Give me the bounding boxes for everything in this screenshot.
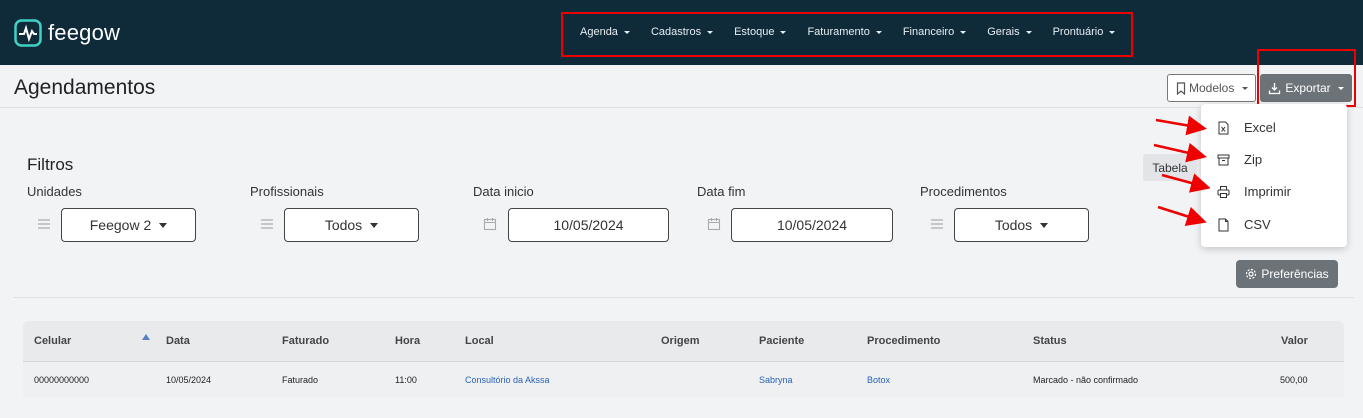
data-fim-input[interactable]: 10/05/2024 [731, 208, 893, 242]
column-header-hora[interactable]: Hora [395, 335, 420, 347]
modelos-label: Modelos [1189, 81, 1235, 95]
sort-ascending-icon[interactable] [142, 334, 150, 340]
table-header: Celular Data Faturado Hora Local Origem … [23, 321, 1344, 361]
cell-valor: 500,00 [1280, 375, 1308, 385]
filter-label: Data inicio [473, 184, 534, 199]
title-divider [0, 107, 1363, 108]
export-dropdown-menu: Excel Zip Imprimir CSV [1201, 104, 1347, 247]
column-header-status[interactable]: Status [1033, 335, 1067, 347]
unidades-select[interactable]: Feegow 2 [61, 208, 196, 242]
printer-icon [1217, 185, 1230, 198]
cell-data: 10/05/2024 [166, 375, 212, 385]
filter-data-inicio: Data inicio 10/05/2024 [473, 184, 669, 242]
column-header-paciente[interactable]: Paciente [759, 335, 804, 347]
caret-down-icon [1242, 86, 1249, 90]
filter-procedimentos: Procedimentos Todos [920, 184, 1089, 242]
preferencias-button[interactable]: Preferências [1236, 260, 1338, 288]
select-value: Feegow 2 [89, 217, 152, 233]
export-option-label: Zip [1244, 152, 1263, 167]
export-option-label: CSV [1244, 217, 1271, 232]
export-option-csv[interactable]: CSV [1217, 217, 1271, 232]
date-value: 10/05/2024 [553, 217, 624, 233]
export-option-excel[interactable]: Excel [1217, 120, 1276, 135]
page-title: Agendamentos [14, 76, 156, 99]
column-header-local[interactable]: Local [465, 335, 494, 347]
table-row[interactable]: 00000000000 10/05/2024 Faturado 11:00 Co… [23, 361, 1344, 397]
export-option-imprimir[interactable]: Imprimir [1217, 184, 1291, 199]
date-value: 10/05/2024 [776, 217, 848, 233]
filter-label: Procedimentos [920, 184, 1007, 199]
list-icon [38, 219, 50, 229]
list-icon [931, 219, 943, 229]
profissionais-select[interactable]: Todos [284, 208, 419, 242]
caret-down-icon [1040, 222, 1049, 228]
cell-hora: 11:00 [395, 375, 417, 385]
feegow-logo[interactable]: feegow [14, 19, 120, 47]
cell-local-link[interactable]: Consultório da Akssa [465, 375, 550, 385]
logo-text: feegow [48, 20, 121, 45]
column-header-data[interactable]: Data [166, 335, 190, 347]
caret-down-icon [370, 222, 379, 228]
menu-highlight-box [561, 12, 1133, 57]
feegow-logo-icon [14, 19, 42, 47]
modelos-button[interactable]: Modelos [1167, 74, 1256, 102]
agendamentos-table: Celular Data Faturado Hora Local Origem … [23, 321, 1344, 397]
column-header-faturado[interactable]: Faturado [282, 335, 329, 347]
filtros-title: Filtros [27, 155, 74, 174]
list-icon [261, 219, 273, 229]
caret-down-icon [159, 222, 168, 228]
export-option-label: Imprimir [1244, 184, 1291, 199]
select-value: Todos [324, 217, 363, 233]
calendar-icon [707, 218, 721, 231]
calendar-icon [483, 218, 497, 231]
filter-label: Profissionais [250, 184, 324, 199]
filter-label: Data fim [697, 184, 746, 199]
column-header-origem[interactable]: Origem [661, 335, 700, 347]
select-value: Todos [994, 217, 1033, 233]
column-header-valor[interactable]: Valor [1281, 335, 1308, 347]
cell-status: Marcado - não confirmado [1033, 375, 1139, 385]
column-header-celular[interactable]: Celular [34, 335, 71, 347]
cell-paciente-link[interactable]: Sabryna [759, 375, 793, 385]
export-option-label: Excel [1244, 120, 1276, 135]
section-divider [13, 297, 1354, 298]
procedimentos-select[interactable]: Todos [954, 208, 1089, 242]
data-inicio-input[interactable]: 10/05/2024 [508, 208, 669, 242]
column-header-procedimento[interactable]: Procedimento [867, 335, 940, 347]
cell-faturado: Faturado [282, 375, 319, 385]
preferencias-label: Preferências [1261, 267, 1329, 281]
gear-icon [1246, 268, 1257, 280]
file-icon [1218, 218, 1229, 231]
filter-data-fim: Data fim 10/05/2024 [697, 184, 893, 242]
cell-celular: 00000000000 [34, 375, 90, 385]
filter-label: Unidades [27, 184, 82, 199]
annotation-arrows [1153, 115, 1210, 226]
filter-unidades: Unidades Feegow 2 [27, 184, 196, 242]
exportar-highlight-box [1257, 49, 1356, 107]
cell-procedimento-link[interactable]: Botox [867, 375, 890, 385]
archive-icon [1217, 154, 1230, 165]
excel-file-icon [1218, 121, 1229, 134]
bookmark-icon [1176, 81, 1186, 95]
export-option-zip[interactable]: Zip [1217, 152, 1262, 167]
filter-profissionais: Profissionais Todos [250, 184, 419, 242]
top-navbar: feegow Agenda Cadastros Estoque Faturame… [0, 0, 1363, 65]
